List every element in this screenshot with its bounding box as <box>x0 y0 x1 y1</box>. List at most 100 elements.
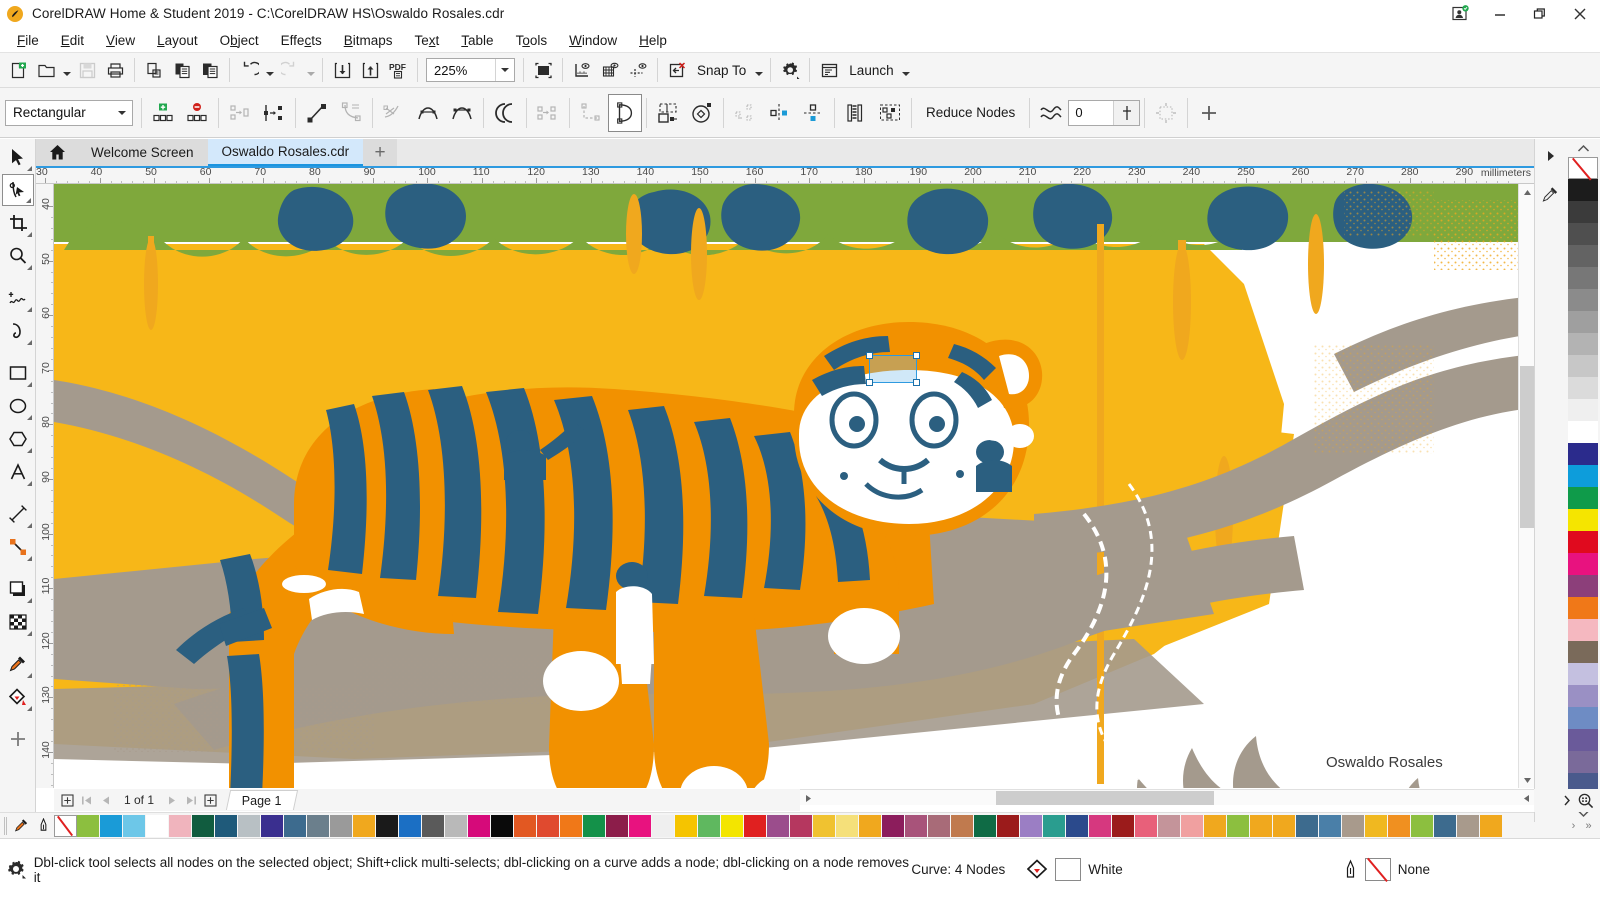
canvas-horizontal-scrollbar[interactable] <box>800 789 1534 805</box>
join-nodes-icon[interactable] <box>223 94 257 132</box>
tiger-illustration-artwork[interactable] <box>54 184 1534 788</box>
minimize-icon[interactable] <box>1480 0 1520 28</box>
color-swatch[interactable] <box>905 814 928 837</box>
flyout-arrow[interactable] <box>26 382 32 387</box>
color-swatch[interactable] <box>1568 553 1598 575</box>
zoom-level-input[interactable] <box>427 59 495 81</box>
gear-icon[interactable] <box>0 859 34 880</box>
color-swatch[interactable] <box>974 814 997 837</box>
color-swatch[interactable] <box>767 814 790 837</box>
flyout-arrow[interactable] <box>26 448 32 453</box>
color-swatch[interactable] <box>928 814 951 837</box>
eyedropper-icon[interactable] <box>1538 181 1564 207</box>
palette-grip-icon[interactable] <box>0 816 10 836</box>
stretch-nodes-icon[interactable] <box>651 94 685 132</box>
fill-status[interactable]: White <box>1027 858 1123 881</box>
color-swatch[interactable] <box>307 814 330 837</box>
grid-eye-icon[interactable] <box>596 55 624 85</box>
menu-text[interactable]: Text <box>404 30 451 51</box>
color-swatch[interactable] <box>123 814 146 837</box>
flyout-arrow[interactable] <box>25 198 31 203</box>
snap-to-label[interactable]: Snap To <box>691 63 752 78</box>
selection-node[interactable] <box>913 379 920 386</box>
scroll-left-icon[interactable] <box>800 790 816 806</box>
color-swatch[interactable] <box>445 814 468 837</box>
vertical-scroll-thumb[interactable] <box>1520 366 1534 528</box>
guideline-eye-icon[interactable] <box>624 55 652 85</box>
color-swatch[interactable] <box>330 814 353 837</box>
copy-icon[interactable] <box>168 55 196 85</box>
scroll-down-icon[interactable] <box>1519 772 1535 788</box>
color-swatch[interactable] <box>1568 641 1598 663</box>
canvas-vertical-scrollbar[interactable] <box>1518 184 1534 788</box>
color-swatch[interactable] <box>1250 814 1273 837</box>
color-swatch[interactable] <box>1568 531 1598 553</box>
scroll-right-icon[interactable] <box>1518 790 1534 806</box>
outline-color-swatch[interactable] <box>1364 858 1391 881</box>
elastic-mode-icon[interactable] <box>839 94 873 132</box>
color-swatch[interactable] <box>1568 289 1598 311</box>
color-swatch[interactable] <box>422 814 445 837</box>
import-down-icon[interactable] <box>328 55 356 85</box>
align-nodes-icon[interactable] <box>728 94 762 132</box>
color-swatch[interactable] <box>238 814 261 837</box>
color-swatch[interactable] <box>859 814 882 837</box>
menu-table[interactable]: Table <box>450 30 504 51</box>
reflect-horizontal-icon[interactable] <box>762 94 796 132</box>
horizontal-ruler[interactable]: millimeters 30 40 50 60 70 80 90 100 110 120 130 14… <box>36 166 1534 184</box>
color-swatch[interactable] <box>744 814 767 837</box>
color-swatch[interactable] <box>1568 729 1598 751</box>
redo-history-dropdown[interactable] <box>304 55 317 85</box>
undo-arrow-icon[interactable] <box>235 55 263 85</box>
zoom-level-dropdown-arrow[interactable] <box>495 59 514 81</box>
menu-effects[interactable]: Effects <box>270 30 333 51</box>
menu-tools[interactable]: Tools <box>505 30 559 51</box>
color-swatch[interactable] <box>1135 814 1158 837</box>
flyout-arrow[interactable] <box>26 340 32 345</box>
fill-color-swatch[interactable] <box>1055 858 1082 881</box>
tool-parallel-dimension[interactable] <box>2 498 34 530</box>
menu-view[interactable]: View <box>95 30 146 51</box>
color-swatch[interactable] <box>1568 597 1598 619</box>
color-swatch[interactable] <box>997 814 1020 837</box>
menu-object[interactable]: Object <box>209 30 270 51</box>
restore-icon[interactable] <box>1520 0 1560 28</box>
color-swatch[interactable] <box>1568 223 1598 245</box>
pdf-icon[interactable]: PDF <box>384 55 412 85</box>
undo-history-dropdown[interactable] <box>263 55 276 85</box>
menu-help[interactable]: Help <box>628 30 678 51</box>
drawing-canvas[interactable]: Oswaldo Rosales <box>54 184 1534 788</box>
symmetrical-node-icon[interactable] <box>445 94 479 132</box>
spinner-updown-icon[interactable] <box>1113 100 1140 125</box>
color-swatch[interactable] <box>146 814 169 837</box>
outline-status[interactable]: None <box>1343 858 1430 881</box>
extend-curve-icon[interactable] <box>531 94 565 132</box>
color-swatch[interactable] <box>652 814 675 837</box>
tool-polygon[interactable] <box>2 423 34 455</box>
color-swatch[interactable] <box>1568 355 1598 377</box>
tool-color-eyedropper[interactable] <box>2 648 34 680</box>
rotate-skew-nodes-icon[interactable] <box>685 94 719 132</box>
snap-to-dropdown[interactable] <box>752 55 765 85</box>
add-node-icon[interactable] <box>146 94 180 132</box>
vertical-ruler[interactable]: 40 50 60 70 80 90 100 110 120 130 140 <box>36 184 54 788</box>
close-icon[interactable] <box>1560 0 1600 28</box>
color-swatch[interactable] <box>583 814 606 837</box>
color-swatch[interactable] <box>1568 267 1598 289</box>
paste-icon[interactable] <box>196 55 224 85</box>
palette-eyedropper-icon[interactable] <box>10 815 32 837</box>
close-curve-icon[interactable] <box>608 93 642 132</box>
color-swatch[interactable] <box>1342 814 1365 837</box>
color-swatch[interactable] <box>790 814 813 837</box>
last-page-icon[interactable] <box>182 791 201 810</box>
color-swatch[interactable] <box>215 814 238 837</box>
tab-welcome-screen[interactable]: Welcome Screen <box>77 139 208 166</box>
open-folder-icon[interactable] <box>32 55 60 85</box>
reflect-vertical-icon[interactable] <box>796 94 830 132</box>
color-swatch[interactable] <box>606 814 629 837</box>
color-swatch[interactable] <box>491 814 514 837</box>
color-swatch[interactable] <box>1365 814 1388 837</box>
printer-icon[interactable] <box>101 55 129 85</box>
color-swatch[interactable] <box>1568 685 1598 707</box>
flyout-arrow[interactable] <box>26 265 32 270</box>
